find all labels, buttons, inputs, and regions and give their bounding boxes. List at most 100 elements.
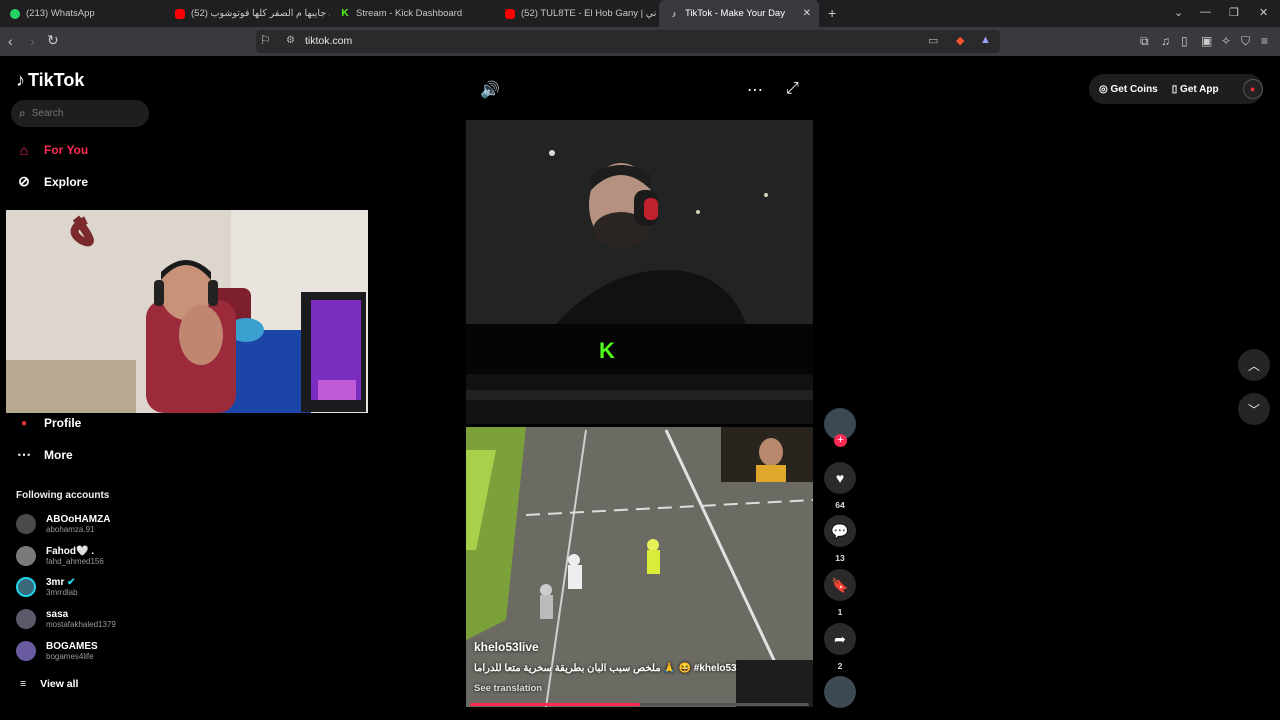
- tab-kick[interactable]: K Stream - Kick Dashboard: [330, 0, 495, 27]
- restore-button[interactable]: ❐: [1229, 6, 1239, 19]
- share-icon: ➦: [824, 623, 856, 655]
- nav-explore[interactable]: ⊘ Explore: [16, 173, 88, 190]
- site-info-icon[interactable]: ⚙: [286, 35, 295, 46]
- creator-avatar[interactable]: +: [824, 408, 856, 447]
- tab-title: TikTok - Make Your Day: [685, 8, 785, 19]
- comment-icon: 💬: [824, 515, 856, 547]
- tiktok-icon: ♪: [671, 8, 677, 19]
- tab-youtube-1[interactable]: (52) اخوك جايبها م الصفر كلها فوتوشوب: [165, 0, 330, 27]
- avatar: [16, 514, 36, 534]
- nav-label: Explore: [44, 174, 89, 189]
- nav-label: More: [44, 447, 73, 462]
- following-account[interactable]: sasa mostafakhaled1379: [16, 609, 116, 629]
- tiktok-icon: ♪: [16, 70, 25, 90]
- video-progress-bar[interactable]: [470, 703, 809, 706]
- kick-icon: K: [341, 8, 349, 19]
- video-frame: K: [466, 120, 813, 707]
- tab-title: (213) WhatsApp: [26, 8, 95, 19]
- see-translation-link[interactable]: See translation: [474, 683, 542, 694]
- get-coins-label: Get Coins: [1110, 83, 1158, 95]
- search-box[interactable]: ⌕: [11, 100, 149, 127]
- more-options-icon[interactable]: ⋯: [747, 80, 763, 100]
- account-handle: fahd_ahmed156: [46, 557, 104, 566]
- previous-video-button[interactable]: ︿: [1238, 349, 1270, 381]
- following-account[interactable]: Fahod🤍 . fahd_ahmed156: [16, 546, 104, 566]
- follow-plus-icon[interactable]: +: [834, 434, 847, 447]
- extensions-icon[interactable]: ⧉: [1140, 34, 1149, 49]
- url-field[interactable]: ⚐ ⚙ tiktok.com ▭ ◆ ▲: [256, 30, 1000, 53]
- account-handle: bogames4life: [46, 652, 94, 661]
- tab-youtube-2[interactable]: (52) TUL8TE - El Hob Gany | الحب جاني: [495, 0, 657, 27]
- share-count: 2: [837, 661, 843, 671]
- nav-profile[interactable]: ● Profile: [16, 416, 81, 430]
- brave-shield-icon[interactable]: ◆: [956, 34, 964, 47]
- get-app-button[interactable]: ▯ Get App: [1172, 84, 1219, 95]
- search-input[interactable]: [31, 108, 132, 119]
- music-disc[interactable]: [824, 676, 856, 708]
- media-icon[interactable]: ♫: [1161, 34, 1170, 48]
- comment-button[interactable]: 💬 13: [824, 515, 856, 563]
- webcam-overlay: [6, 210, 368, 413]
- minimize-button[interactable]: —: [1200, 6, 1211, 18]
- webcam-scene: [6, 210, 368, 413]
- tab-title: (52) TUL8TE - El Hob Gany | الحب جاني: [521, 8, 657, 19]
- coin-icon: ◎: [1099, 83, 1108, 95]
- tab-whatsapp[interactable]: (213) WhatsApp: [0, 0, 165, 27]
- video-username[interactable]: khelo53live: [474, 640, 539, 654]
- search-icon: ⌕: [19, 106, 26, 120]
- tab-list-icon[interactable]: ⌄: [1174, 6, 1183, 19]
- account-name: ABOoHAMZA: [46, 514, 111, 525]
- following-account[interactable]: ABOoHAMZA abohamza.91: [16, 514, 110, 534]
- browser-tab-bar: (213) WhatsApp (52) اخوك جايبها م الصفر …: [0, 0, 1280, 27]
- following-account[interactable]: 3mr ✔ 3mrrdlab: [16, 577, 78, 597]
- following-account[interactable]: BOGAMES bogames4life: [16, 641, 98, 661]
- brave-rewards-icon[interactable]: ▲: [980, 34, 991, 46]
- compass-icon: ⊘: [18, 173, 30, 189]
- progress-fill: [470, 703, 640, 706]
- url-text: tiktok.com: [305, 35, 353, 47]
- sidebar-icon[interactable]: ▯: [1181, 34, 1188, 48]
- save-button[interactable]: 🔖 1: [824, 569, 856, 617]
- account-name: 3mr ✔: [46, 577, 76, 588]
- logo-text: TikTok: [28, 70, 85, 90]
- home-icon: ⌂: [19, 142, 29, 158]
- leo-icon[interactable]: ✧: [1221, 34, 1231, 48]
- comment-count: 13: [835, 553, 845, 563]
- header-actions: ◎ Get Coins ▯ Get App ●: [1089, 74, 1263, 104]
- account-name: sasa: [46, 609, 69, 620]
- menu-icon[interactable]: ≡: [1261, 34, 1268, 48]
- wallet-icon[interactable]: ▣: [1201, 34, 1212, 48]
- nav-label: For You: [44, 143, 89, 157]
- new-tab-button[interactable]: +: [828, 5, 836, 21]
- nav-for-you[interactable]: ⌂ For You: [16, 142, 88, 158]
- forward-icon[interactable]: ›: [30, 33, 35, 49]
- share-button[interactable]: ➦ 2: [824, 623, 856, 671]
- fullscreen-icon[interactable]: ⤢: [786, 80, 799, 98]
- view-all-link[interactable]: ≡ View all: [20, 678, 78, 690]
- vpn-icon[interactable]: ⛉: [1241, 34, 1250, 49]
- close-window-button[interactable]: ✕: [1259, 6, 1268, 19]
- save-count: 1: [837, 607, 843, 617]
- reload-icon[interactable]: ↻: [47, 32, 59, 49]
- whatsapp-icon: [10, 8, 20, 19]
- next-video-button[interactable]: ﹀: [1238, 393, 1270, 425]
- chevron-down-icon: ﹀: [1247, 402, 1260, 417]
- bookmark-icon[interactable]: ⚐: [260, 33, 271, 47]
- following-accounts-title: Following accounts: [16, 490, 110, 501]
- back-icon[interactable]: ‹: [8, 33, 13, 49]
- close-tab-icon[interactable]: ✕: [803, 8, 811, 19]
- video-player[interactable]: K: [466, 120, 813, 707]
- account-handle: mostafakhaled1379: [46, 620, 116, 629]
- volume-icon[interactable]: 🔊: [480, 80, 500, 100]
- account-handle: abohamza.91: [46, 525, 95, 534]
- tiktok-logo[interactable]: ♪ TikTok: [16, 70, 84, 91]
- cast-icon[interactable]: ▭: [928, 34, 938, 47]
- like-button[interactable]: ♥ 64: [824, 462, 856, 510]
- kick-logo-icon: K: [599, 338, 615, 363]
- profile-icon: ●: [20, 417, 28, 429]
- get-coins-button[interactable]: ◎ Get Coins: [1099, 84, 1158, 95]
- nav-more[interactable]: ⋯ More: [16, 446, 73, 463]
- avatar: [16, 641, 36, 661]
- tab-tiktok[interactable]: ♪ TikTok - Make Your Day ✕: [659, 0, 819, 27]
- profile-avatar[interactable]: ●: [1242, 79, 1263, 99]
